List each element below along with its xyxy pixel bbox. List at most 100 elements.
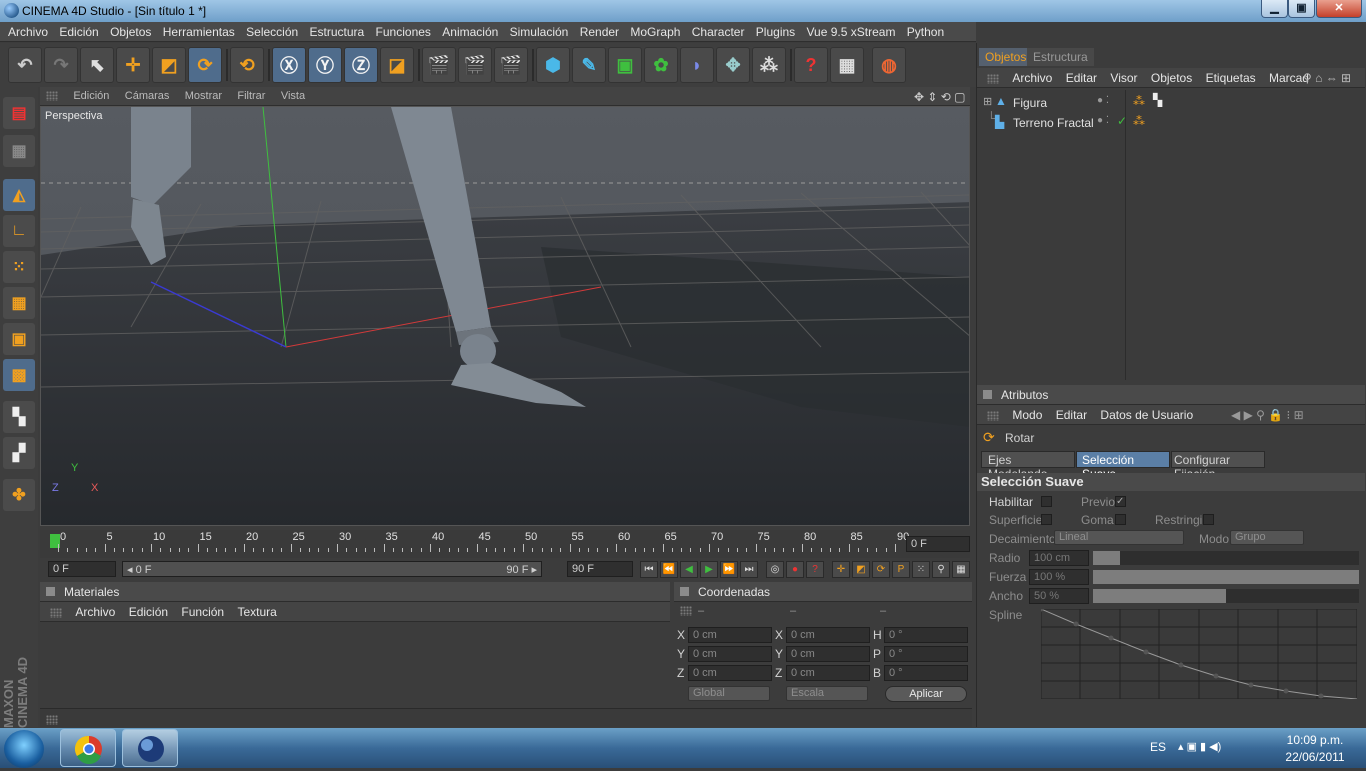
menu-seleccion[interactable]: Selección bbox=[238, 22, 298, 39]
menu-estructura[interactable]: Estructura bbox=[302, 22, 365, 39]
autokey-icon[interactable]: ? bbox=[806, 561, 824, 578]
spline-curve-editor[interactable] bbox=[1041, 609, 1357, 699]
menu-character[interactable]: Character bbox=[684, 22, 745, 39]
visibility-dots-icon[interactable]: ● ⁚ bbox=[1097, 95, 1109, 106]
ancho-field[interactable]: 50 % bbox=[1029, 588, 1089, 604]
previo-checkbox[interactable]: ✓ bbox=[1115, 496, 1126, 507]
layout-icon[interactable]: ▤ bbox=[3, 97, 35, 129]
menu-mograph[interactable]: MoGraph bbox=[622, 22, 680, 39]
key-pla-icon[interactable]: ⁙ bbox=[912, 561, 930, 578]
previous-key-icon[interactable]: ⏪ bbox=[660, 561, 678, 578]
nurbs-icon[interactable]: ▣ bbox=[608, 47, 642, 83]
go-to-end-icon[interactable]: ⏭ bbox=[740, 561, 758, 578]
x-axis-lock-icon[interactable]: Ⓧ bbox=[272, 47, 306, 83]
size-x-field[interactable]: 0 cm bbox=[786, 627, 870, 643]
coord-scale-dropdown[interactable]: Escala bbox=[786, 686, 868, 701]
tab-configurar-fijacion[interactable]: Configurar Fijación bbox=[1171, 451, 1265, 481]
attributes-menu-datos[interactable]: Datos de Usuario bbox=[1090, 405, 1193, 422]
key-scale-icon[interactable]: ◩ bbox=[852, 561, 870, 578]
menu-vue[interactable]: Vue 9.5 xStream bbox=[799, 22, 896, 39]
select-tool-icon[interactable]: ⬉ bbox=[80, 47, 114, 83]
object-manager-list[interactable]: ⊞ ▲ Figura ● ⁚ ⁂ ▚ └ ▙ Terreno Fractal ●… bbox=[977, 90, 1365, 380]
apply-button[interactable]: Aplicar bbox=[885, 686, 967, 702]
polygons-mode-icon[interactable]: ▣ bbox=[3, 323, 35, 355]
render-picture-viewer-icon[interactable]: 🎬 bbox=[458, 47, 492, 83]
close-button[interactable]: ✕ bbox=[1316, 0, 1362, 18]
workplane-icon[interactable]: ▦ bbox=[3, 135, 35, 167]
material-tag-icon[interactable]: ⁂ bbox=[1133, 94, 1145, 108]
superficie-checkbox[interactable] bbox=[1041, 514, 1052, 525]
fuerza-slider[interactable] bbox=[1093, 570, 1359, 584]
rotation-b-field[interactable]: 0 ° bbox=[884, 665, 968, 681]
z-axis-lock-icon[interactable]: Ⓩ bbox=[344, 47, 378, 83]
object-row-terreno[interactable]: └ ▙ Terreno Fractal ● ⁚ ✓ ⁂ bbox=[977, 111, 1363, 133]
table-icon[interactable]: ▦ bbox=[830, 47, 864, 83]
scene-icon[interactable]: ✥ bbox=[716, 47, 750, 83]
restringir-checkbox[interactable] bbox=[1203, 514, 1214, 525]
attributes-nav-icons[interactable]: ◀ ▶ ⚲ 🔒 ⁝ ⊞ bbox=[1221, 405, 1304, 422]
decaimiento-dropdown[interactable]: Lineal bbox=[1054, 530, 1184, 545]
radio-field[interactable]: 100 cm bbox=[1029, 550, 1089, 566]
next-key-icon[interactable]: ⏩ bbox=[720, 561, 738, 578]
go-to-start-icon[interactable]: ⏮ bbox=[640, 561, 658, 578]
objects-menu-editar[interactable]: Editar bbox=[1056, 68, 1097, 85]
particles-icon[interactable]: ⁂ bbox=[752, 47, 786, 83]
play-forwards-icon[interactable]: ▶ bbox=[700, 561, 718, 578]
redo-icon[interactable]: ↷ bbox=[44, 47, 78, 83]
menu-python[interactable]: Python bbox=[899, 22, 944, 39]
position-y-field[interactable]: 0 cm bbox=[688, 646, 772, 662]
deformer-icon[interactable]: ◗ bbox=[680, 47, 714, 83]
rotation-h-field[interactable]: 0 ° bbox=[884, 627, 968, 643]
modo-dropdown[interactable]: Grupo bbox=[1230, 530, 1304, 545]
scheme-icon[interactable]: ⚲ bbox=[932, 561, 950, 578]
menu-animacion[interactable]: Animación bbox=[434, 22, 498, 39]
edges-mode-icon[interactable]: ▦ bbox=[3, 287, 35, 319]
materials-menu-edicion[interactable]: Edición bbox=[119, 602, 168, 619]
attributes-menu-editar[interactable]: Editar bbox=[1046, 405, 1087, 422]
viewport-nav-icons[interactable]: ✥ ⇕ ⟲ ▢ bbox=[902, 87, 966, 104]
objects-menu-etiquetas[interactable]: Etiquetas bbox=[1196, 68, 1256, 85]
checker-icon[interactable]: ▚ bbox=[3, 401, 35, 433]
menu-simulacion[interactable]: Simulación bbox=[502, 22, 569, 39]
materials-area[interactable] bbox=[40, 622, 670, 704]
chrome-taskbar-button[interactable] bbox=[60, 729, 116, 767]
viewport-menu-mostrar[interactable]: Mostrar bbox=[173, 87, 222, 102]
menu-funciones[interactable]: Funciones bbox=[368, 22, 431, 39]
minimize-button[interactable]: ▁ bbox=[1261, 0, 1288, 18]
language-indicator[interactable]: ES bbox=[1150, 740, 1166, 754]
render-view-icon[interactable]: 🎬 bbox=[422, 47, 456, 83]
rotation-p-field[interactable]: 0 ° bbox=[884, 646, 968, 662]
tab-objetos[interactable]: Objetos bbox=[979, 48, 1033, 66]
cube-object-icon[interactable]: ⬢ bbox=[536, 47, 570, 83]
record-icon[interactable]: ● bbox=[786, 561, 804, 578]
material-tag-icon[interactable]: ⁂ bbox=[1133, 114, 1145, 128]
texture-tag-icon[interactable]: ▚ bbox=[1153, 93, 1162, 107]
play-backwards-icon[interactable]: ◀ bbox=[680, 561, 698, 578]
viewport-menu-vista[interactable]: Vista bbox=[269, 87, 305, 102]
size-y-field[interactable]: 0 cm bbox=[786, 646, 870, 662]
key-position-icon[interactable]: ✛ bbox=[832, 561, 850, 578]
coord-mode-dropdown[interactable]: Global bbox=[688, 686, 770, 701]
render-settings-icon[interactable]: 🎬 bbox=[494, 47, 528, 83]
timeline-ruler[interactable]: 0 5 10 15 20 25 30 35 40 45 50 55 60 65 70 75 80 85 90 0 F bbox=[40, 530, 970, 558]
objects-menu-visor[interactable]: Visor bbox=[1100, 68, 1137, 85]
tray-icons[interactable]: ▴ ▣ ▮ ◀) bbox=[1178, 740, 1221, 753]
tab-ejes-modelando[interactable]: Ejes Modelando bbox=[981, 451, 1075, 481]
menu-objetos[interactable]: Objetos bbox=[102, 22, 151, 39]
model-mode-icon[interactable]: ◭ bbox=[3, 179, 35, 211]
start-button[interactable] bbox=[4, 730, 44, 768]
objects-search-icon[interactable]: ⚲ ⌂ ⇔ ⊞ bbox=[1293, 68, 1351, 85]
size-z-field[interactable]: 0 cm bbox=[786, 665, 870, 681]
sculpt-icon[interactable]: ✤ bbox=[3, 479, 35, 511]
tab-estructura[interactable]: Estructura bbox=[1027, 48, 1094, 66]
objects-menu-objetos[interactable]: Objetos bbox=[1141, 68, 1192, 85]
position-z-field[interactable]: 0 cm bbox=[688, 665, 772, 681]
goma-checkbox[interactable] bbox=[1115, 514, 1126, 525]
key-rotation-icon[interactable]: ⟳ bbox=[872, 561, 890, 578]
tab-seleccion-suave[interactable]: Selección Suave bbox=[1076, 451, 1170, 481]
viewport-menu-camaras[interactable]: Cámaras bbox=[113, 87, 170, 102]
coordinate-system-icon[interactable]: ◪ bbox=[380, 47, 414, 83]
position-x-field[interactable]: 0 cm bbox=[688, 627, 772, 643]
viewport-menu-filtrar[interactable]: Filtrar bbox=[225, 87, 265, 102]
current-frame-field[interactable]: 0 F bbox=[906, 536, 970, 552]
